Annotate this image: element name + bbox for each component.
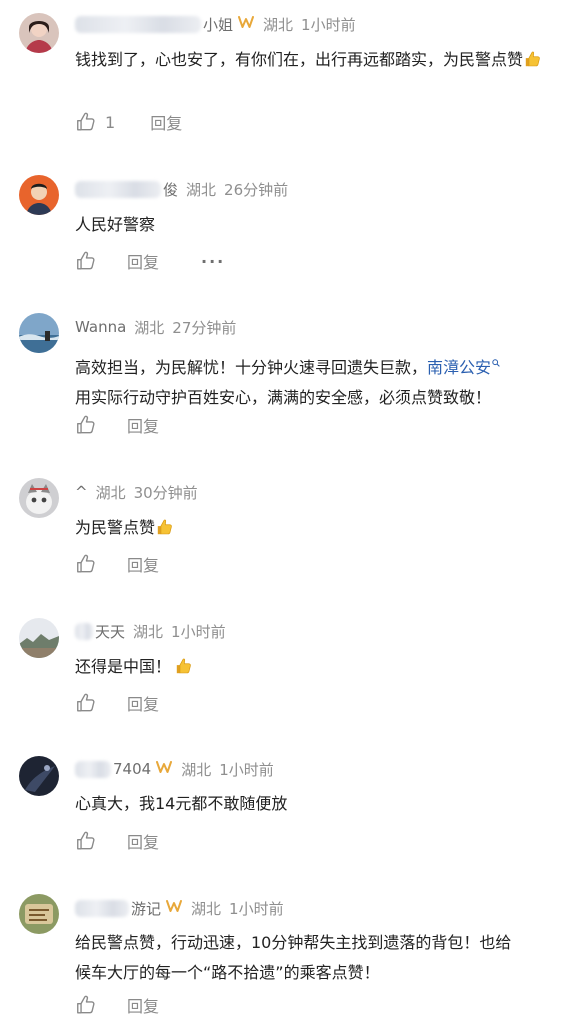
avatar[interactable] bbox=[19, 894, 59, 934]
comment-body: 心真大，我14元都不敢随便放 bbox=[75, 794, 288, 813]
avatar[interactable] bbox=[19, 13, 59, 53]
avatar[interactable] bbox=[19, 756, 59, 796]
comment-actions: 回复 bbox=[75, 412, 159, 438]
username[interactable]: Wanna bbox=[75, 318, 126, 336]
username[interactable]: 俊 bbox=[163, 179, 178, 200]
comment-meta: ^ 湖北 30分钟前 bbox=[75, 480, 198, 504]
location: 湖北 bbox=[186, 180, 217, 199]
timestamp: 27分钟前 bbox=[172, 318, 237, 337]
location: 湖北 bbox=[181, 760, 212, 779]
timestamp: 1小时前 bbox=[229, 899, 284, 918]
comment-text: 钱找到了，心也安了，有你们在，出行再远都踏实，为民警点赞 bbox=[75, 45, 565, 78]
comment-actions: 回复 bbox=[75, 992, 159, 1018]
location: 湖北 bbox=[134, 318, 165, 337]
thumbs-up-icon bbox=[75, 111, 97, 133]
vip-badge-icon bbox=[155, 760, 173, 778]
comment-meta: 天天 湖北 1小时前 bbox=[75, 619, 226, 643]
blurred-name bbox=[75, 622, 93, 640]
location: 湖北 bbox=[95, 483, 126, 502]
comment-body: 高效担当，为民解忧！十分钟火速寻回遗失巨款， bbox=[75, 358, 428, 377]
thumbs-up-icon bbox=[75, 414, 97, 436]
comment-actions: 回复 ··· bbox=[75, 248, 225, 274]
comment-text: 心真大，我14元都不敢随便放 bbox=[75, 789, 575, 819]
comment-text: 给民警点赞，行动迅速，10分钟帮失主找到遗落的背包！也给 候车大厅的每一个“路不… bbox=[75, 928, 580, 988]
like-count: 1 bbox=[105, 112, 116, 132]
thumbs-up-icon bbox=[75, 994, 97, 1016]
topic-link[interactable]: 南漳公安 bbox=[427, 358, 491, 377]
like-button[interactable]: 1 bbox=[75, 111, 115, 133]
reply-button[interactable]: 回复 bbox=[127, 552, 159, 576]
username[interactable]: 小姐 bbox=[203, 14, 233, 35]
comment-meta: 游记 湖北 1小时前 bbox=[75, 896, 284, 920]
comment-text: 为民警点赞 bbox=[75, 513, 575, 546]
reply-button[interactable]: 回复 bbox=[127, 993, 159, 1017]
reply-button[interactable]: 回复 bbox=[127, 413, 159, 437]
comment-meta: Wanna 湖北 27分钟前 bbox=[75, 315, 236, 339]
timestamp: 1小时前 bbox=[219, 760, 274, 779]
thumbs-up-icon bbox=[75, 692, 97, 714]
vip-badge-icon bbox=[237, 15, 255, 33]
comment-actions: 回复 bbox=[75, 690, 159, 716]
blurred-name bbox=[75, 760, 111, 778]
comment-body-line2: 用实际行动守护百姓安心，满满的安全感，必须点赞致敬！ bbox=[75, 388, 492, 407]
vip-badge-icon bbox=[165, 899, 183, 917]
reply-button[interactable]: 回复 bbox=[127, 249, 159, 273]
like-button[interactable] bbox=[75, 553, 97, 575]
thumbs-up-emoji-icon bbox=[524, 48, 542, 78]
like-button[interactable] bbox=[75, 692, 97, 714]
comment-body: 为民警点赞 bbox=[75, 518, 156, 537]
comment-text: 人民好警察 bbox=[75, 210, 575, 240]
comment-text: 高效担当，为民解忧！十分钟火速寻回遗失巨款，南漳公安 用实际行动守护百姓安心，满… bbox=[75, 347, 580, 413]
avatar[interactable] bbox=[19, 175, 59, 215]
thumbs-up-icon bbox=[75, 553, 97, 575]
timestamp: 30分钟前 bbox=[133, 483, 198, 502]
avatar[interactable] bbox=[19, 313, 59, 353]
reply-button[interactable]: 回复 bbox=[127, 829, 159, 853]
comment-body: 给民警点赞，行动迅速，10分钟帮失主找到遗落的背包！也给 bbox=[75, 933, 512, 952]
comment-meta: 7404 湖北 1小时前 bbox=[75, 757, 274, 781]
username[interactable]: 7404 bbox=[113, 760, 151, 778]
thumbs-up-icon bbox=[75, 250, 97, 272]
location: 湖北 bbox=[191, 899, 222, 918]
comment-meta: 小姐 湖北 1小时前 bbox=[75, 12, 356, 36]
timestamp: 26分钟前 bbox=[224, 180, 289, 199]
timestamp: 1小时前 bbox=[301, 15, 356, 34]
blurred-name bbox=[75, 15, 201, 33]
comment-body: 人民好警察 bbox=[75, 215, 156, 234]
thumbs-up-icon bbox=[75, 830, 97, 852]
like-button[interactable] bbox=[75, 994, 97, 1016]
location: 湖北 bbox=[263, 15, 294, 34]
comment-actions: 1 回复 bbox=[75, 109, 182, 135]
comment-actions: 回复 bbox=[75, 551, 159, 577]
avatar[interactable] bbox=[19, 478, 59, 518]
thumbs-up-emoji-icon bbox=[156, 516, 174, 546]
blurred-name bbox=[75, 899, 129, 917]
location: 湖北 bbox=[133, 622, 164, 641]
thumbs-up-emoji-icon bbox=[175, 655, 193, 685]
like-button[interactable] bbox=[75, 830, 97, 852]
username[interactable]: 游记 bbox=[131, 898, 161, 919]
timestamp: 1小时前 bbox=[171, 622, 226, 641]
reply-button[interactable]: 回复 bbox=[127, 691, 159, 715]
username[interactable]: 天天 bbox=[95, 621, 125, 642]
avatar[interactable] bbox=[19, 618, 59, 658]
comment-body: 钱找到了，心也安了，有你们在，出行再远都踏实，为民警点赞 bbox=[75, 50, 524, 69]
comment-body: 还得是中国！ bbox=[75, 657, 172, 676]
blurred-name bbox=[75, 180, 161, 198]
username[interactable]: ^ bbox=[75, 483, 88, 501]
comment-meta: 俊 湖北 26分钟前 bbox=[75, 177, 288, 201]
like-button[interactable] bbox=[75, 250, 97, 272]
reply-button[interactable]: 回复 bbox=[150, 110, 182, 134]
comment-text: 还得是中国！ bbox=[75, 652, 575, 685]
comment-actions: 回复 bbox=[75, 828, 159, 854]
more-options-button[interactable]: ··· bbox=[201, 252, 225, 271]
comment-body-line2: 候车大厅的每一个“路不拾遗”的乘客点赞！ bbox=[75, 963, 380, 982]
like-button[interactable] bbox=[75, 414, 97, 436]
search-icon bbox=[492, 347, 500, 377]
